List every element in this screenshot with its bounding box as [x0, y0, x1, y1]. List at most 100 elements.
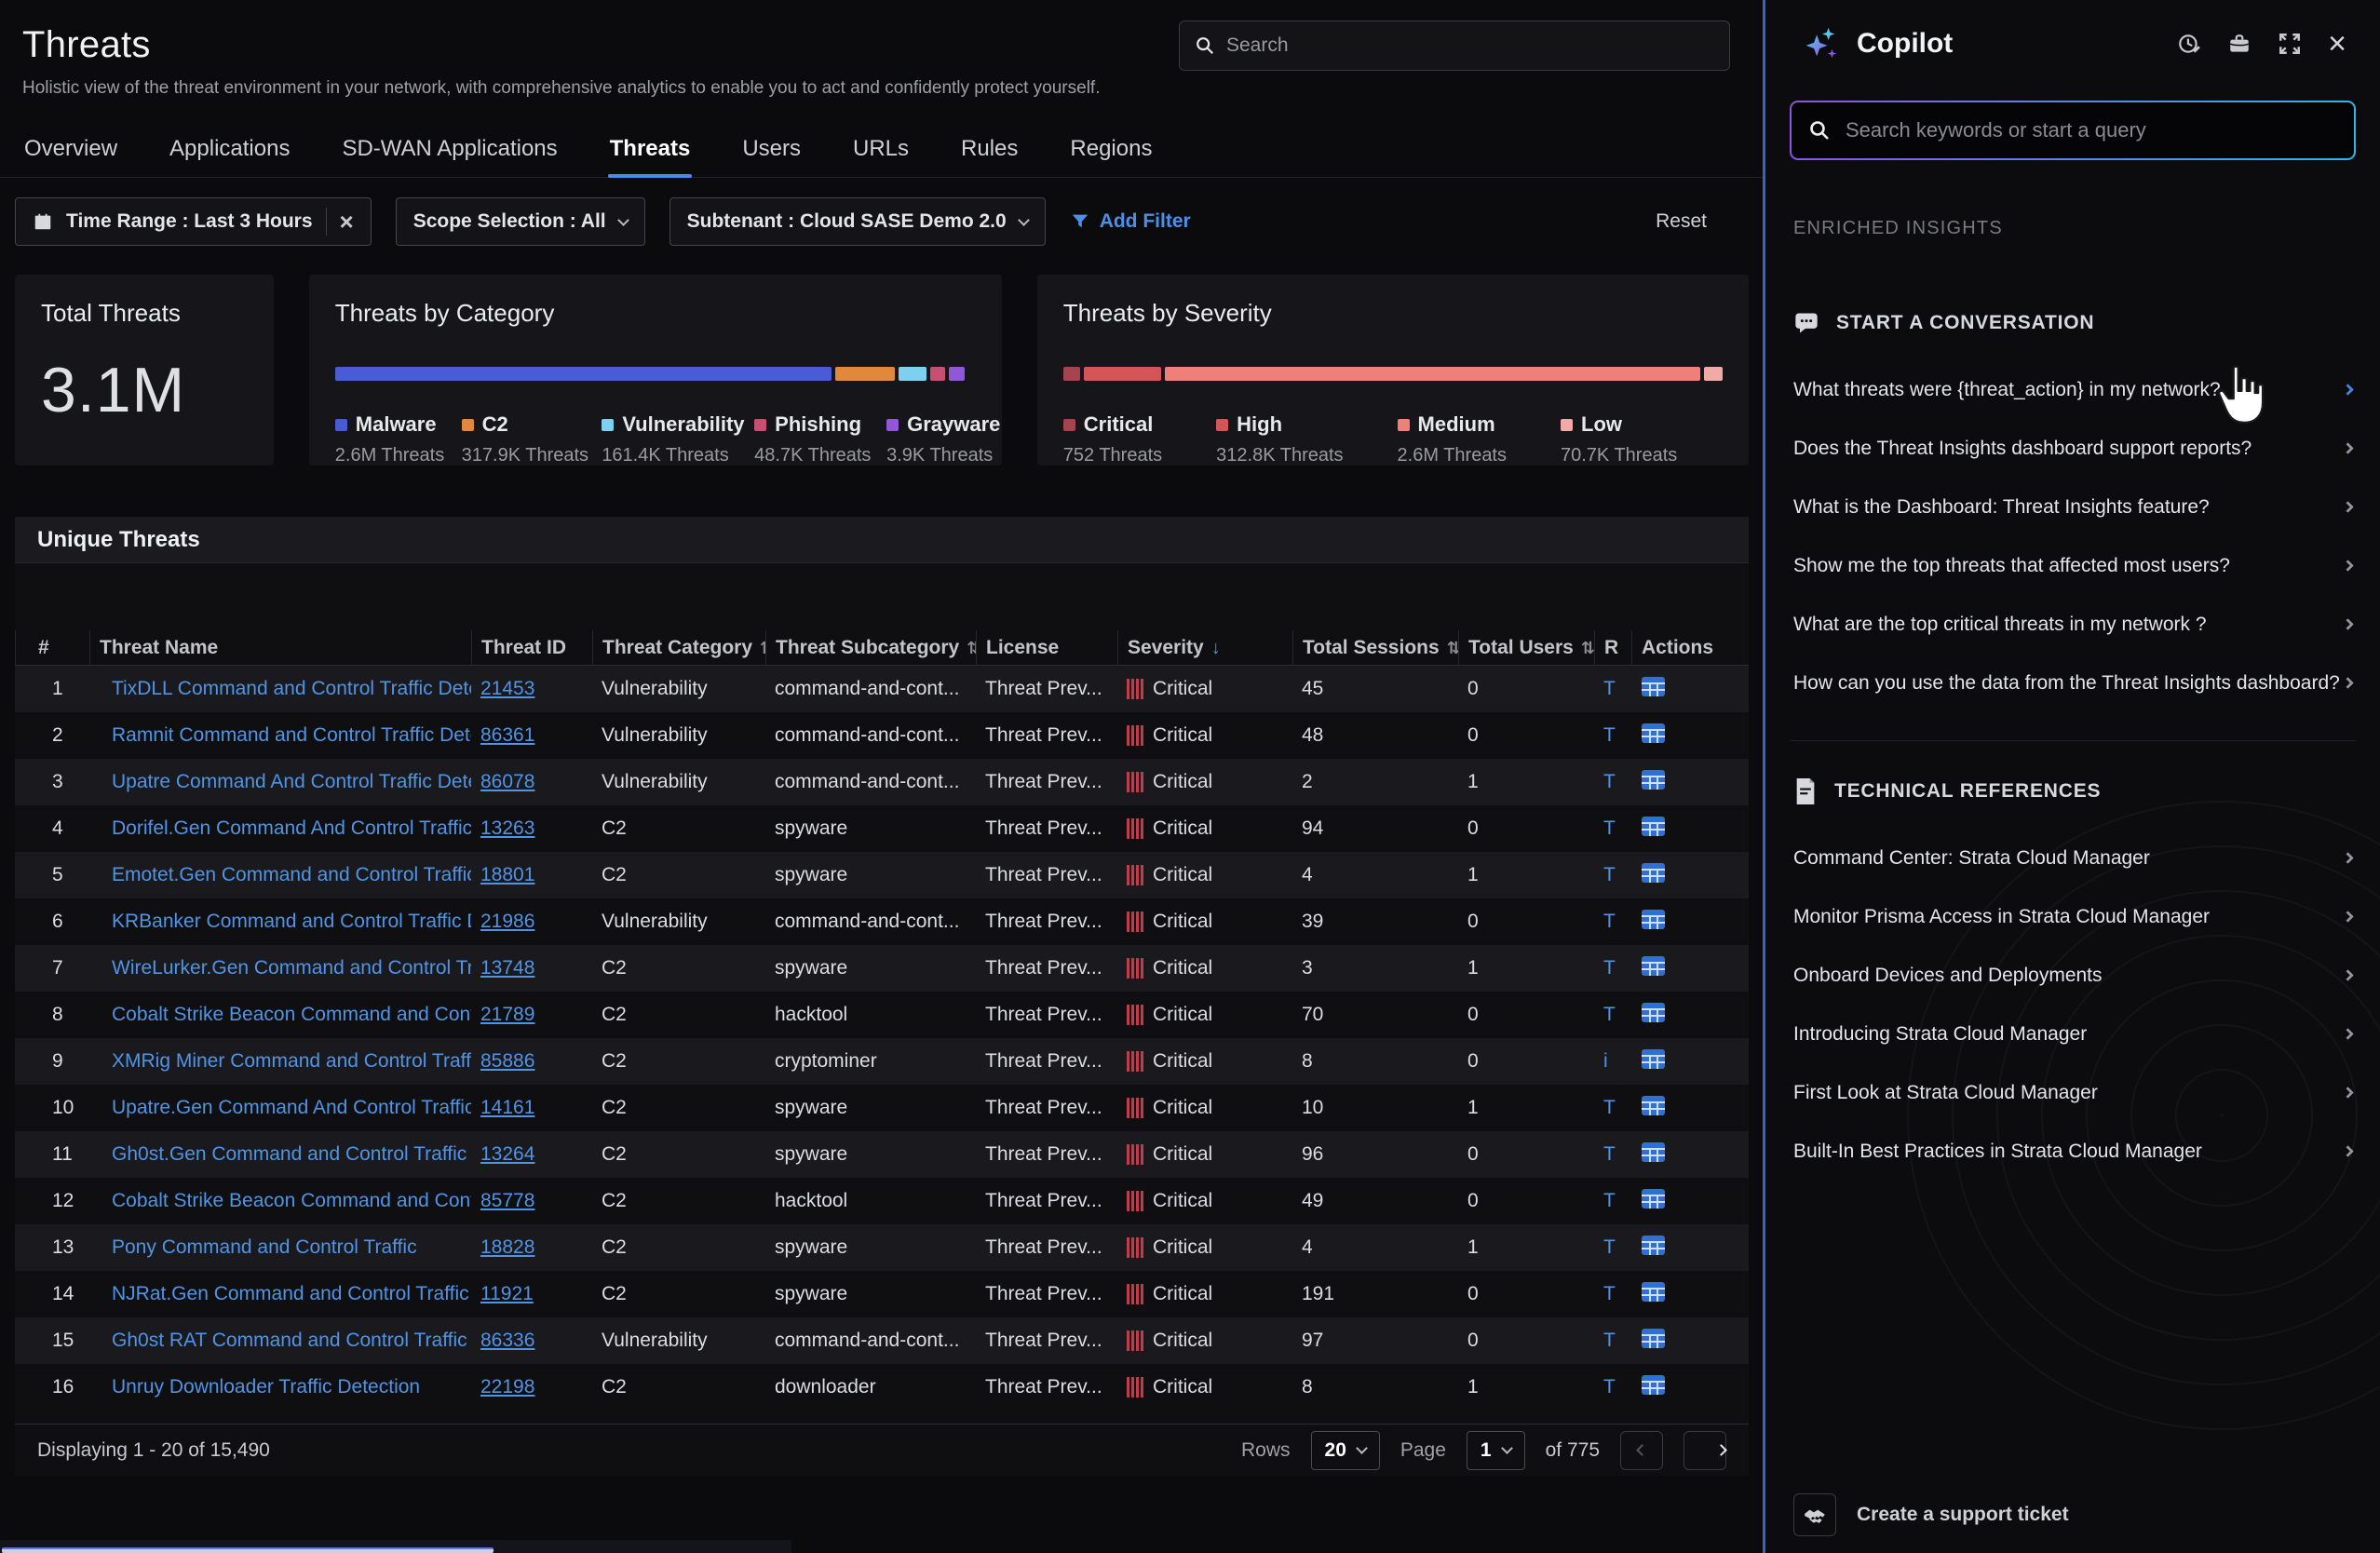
bar-segment[interactable]	[899, 367, 926, 381]
conversation-item[interactable]: Show me the top threats that affected mo…	[1793, 536, 2352, 595]
bar-segment[interactable]	[930, 367, 945, 381]
threat-name-link[interactable]: KRBanker Command and Control Traffic De	[112, 911, 471, 932]
column-header[interactable]: Threat Name	[89, 630, 471, 666]
table-row[interactable]: 14 NJRat.Gen Command and Control Traffic…	[15, 1271, 1749, 1317]
table-grid-icon[interactable]	[1641, 1095, 1666, 1116]
threat-id-link[interactable]: 13264	[480, 1143, 534, 1165]
table-row[interactable]: 9 XMRig Miner Command and Control Traffi…	[15, 1038, 1749, 1085]
threat-id-link[interactable]: 86336	[480, 1330, 534, 1351]
report-link[interactable]: T	[1603, 1283, 1616, 1304]
column-header[interactable]: Threat Category ⇅	[592, 630, 765, 666]
threat-name-link[interactable]: Gh0st RAT Command and Control Traffic D	[112, 1330, 471, 1351]
threat-name-link[interactable]: NJRat.Gen Command and Control Traffic	[112, 1283, 469, 1304]
conversation-item[interactable]: Does the Threat Insights dashboard suppo…	[1793, 419, 2352, 478]
report-link[interactable]: i	[1603, 1050, 1608, 1072]
table-row[interactable]: 11 Gh0st.Gen Command and Control Traffic…	[15, 1131, 1749, 1178]
table-grid-icon[interactable]	[1641, 909, 1666, 930]
time-range-filter[interactable]: Time Range : Last 3 Hours ×	[15, 197, 372, 246]
sort-icon[interactable]: ↓	[1211, 638, 1221, 659]
bar-segment[interactable]	[835, 367, 895, 381]
table-grid-icon[interactable]	[1641, 862, 1666, 884]
reference-item[interactable]: Introducing Strata Cloud Manager	[1793, 1005, 2352, 1063]
conversation-item[interactable]: What is the Dashboard: Threat Insights f…	[1793, 478, 2352, 536]
tab[interactable]: SD-WAN Applications	[340, 127, 559, 177]
table-row[interactable]: 5 Emotet.Gen Command and Control Traffic…	[15, 852, 1749, 898]
threat-name-link[interactable]: Cobalt Strike Beacon Command and Contro	[112, 1190, 471, 1211]
close-icon[interactable]: ×	[2328, 28, 2346, 60]
tab[interactable]: URLs	[851, 127, 911, 177]
search-input[interactable]	[1226, 34, 1714, 57]
report-link[interactable]: T	[1603, 1236, 1616, 1258]
subtenant-filter[interactable]: Subtenant : Cloud SASE Demo 2.0	[669, 197, 1046, 246]
column-header[interactable]: Actions	[1631, 630, 1749, 666]
create-support-ticket-button[interactable]: Create a support ticket	[1793, 1493, 2069, 1536]
table-row[interactable]: 8 Cobalt Strike Beacon Command and Contr…	[15, 992, 1749, 1038]
table-grid-icon[interactable]	[1641, 1328, 1666, 1349]
table-row[interactable]: 15 Gh0st RAT Command and Control Traffic…	[15, 1317, 1749, 1364]
table-grid-icon[interactable]	[1641, 676, 1666, 697]
scope-selection-filter[interactable]: Scope Selection : All	[396, 197, 645, 246]
threat-name-link[interactable]: Gh0st.Gen Command and Control Traffic	[112, 1143, 467, 1165]
conversation-item[interactable]: What threats were {threat_action} in my …	[1793, 360, 2352, 419]
table-row[interactable]: 2 Ramnit Command and Control Traffic Det…	[15, 712, 1749, 759]
bar-segment[interactable]	[1063, 367, 1080, 381]
column-header[interactable]: Threat ID	[471, 630, 592, 666]
column-header[interactable]: License	[976, 630, 1117, 666]
table-grid-icon[interactable]	[1641, 722, 1666, 744]
threat-name-link[interactable]: Dorifel.Gen Command And Control Traffic	[112, 817, 471, 839]
sort-icon[interactable]: ⇅	[1447, 639, 1458, 658]
report-link[interactable]: T	[1603, 1097, 1616, 1118]
threat-name-link[interactable]: TixDLL Command and Control Traffic Detec	[112, 678, 471, 699]
horizontal-scrollbar[interactable]	[2, 1547, 494, 1553]
report-link[interactable]: T	[1603, 1190, 1616, 1211]
table-grid-icon[interactable]	[1641, 769, 1666, 790]
threat-id-link[interactable]: 86078	[480, 771, 534, 792]
threat-id-link[interactable]: 11921	[480, 1283, 534, 1304]
bar-segment[interactable]	[1165, 367, 1699, 381]
history-icon[interactable]	[2177, 32, 2201, 56]
column-header[interactable]: R	[1594, 630, 1631, 666]
sort-icon[interactable]: ⇅	[1581, 639, 1594, 658]
prev-page-button[interactable]	[1620, 1431, 1663, 1470]
table-row[interactable]: 7 WireLurker.Gen Command and Control Tra…	[15, 945, 1749, 992]
threat-id-link[interactable]: 22198	[480, 1376, 534, 1398]
copilot-search[interactable]	[1792, 102, 2354, 158]
reference-item[interactable]: Command Center: Strata Cloud Manager	[1793, 829, 2352, 887]
tab[interactable]: Rules	[959, 127, 1020, 177]
report-link[interactable]: T	[1603, 771, 1616, 792]
table-grid-icon[interactable]	[1641, 1002, 1666, 1023]
table-grid-icon[interactable]	[1641, 1048, 1666, 1070]
column-header[interactable]: Total Sessions ⇅	[1292, 630, 1458, 666]
page-select[interactable]: 1	[1467, 1431, 1525, 1470]
table-grid-icon[interactable]	[1641, 816, 1666, 837]
next-page-button[interactable]	[1684, 1431, 1726, 1470]
threat-name-link[interactable]: Upatre.Gen Command And Control Traffic	[112, 1097, 471, 1118]
report-link[interactable]: T	[1603, 678, 1616, 699]
threat-id-link[interactable]: 14161	[480, 1097, 534, 1118]
threat-name-link[interactable]: Pony Command and Control Traffic	[112, 1236, 417, 1258]
column-header[interactable]: Severity ↓	[1117, 630, 1292, 666]
copilot-search-input[interactable]	[1846, 118, 2337, 142]
table-row[interactable]: 16 Unruy Downloader Traffic Detection 22…	[15, 1364, 1749, 1411]
bar-segment[interactable]	[949, 367, 965, 381]
conversation-item[interactable]: How can you use the data from the Threat…	[1793, 654, 2352, 712]
tab[interactable]: Applications	[168, 127, 291, 177]
bar-segment[interactable]	[1084, 367, 1161, 381]
threat-name-link[interactable]: Unruy Downloader Traffic Detection	[112, 1376, 420, 1398]
table-row[interactable]: 4 Dorifel.Gen Command And Control Traffi…	[15, 805, 1749, 852]
threat-id-link[interactable]: 21986	[480, 911, 534, 932]
briefcase-icon[interactable]	[2227, 32, 2252, 56]
threat-name-link[interactable]: Upatre Command And Control Traffic Dete	[112, 771, 471, 792]
threat-id-link[interactable]: 21789	[480, 1004, 534, 1025]
report-link[interactable]: T	[1603, 1004, 1616, 1025]
reference-item[interactable]: Monitor Prisma Access in Strata Cloud Ma…	[1793, 887, 2352, 946]
threat-id-link[interactable]: 86361	[480, 724, 534, 746]
add-filter-button[interactable]: Add Filter	[1070, 210, 1191, 233]
remove-filter-icon[interactable]: ×	[340, 209, 354, 234]
bar-segment[interactable]	[335, 367, 832, 381]
table-grid-icon[interactable]	[1641, 1374, 1666, 1396]
report-link[interactable]: T	[1603, 817, 1616, 839]
threat-id-link[interactable]: 21453	[480, 678, 534, 699]
reference-item[interactable]: First Look at Strata Cloud Manager	[1793, 1063, 2352, 1122]
threat-id-link[interactable]: 85886	[480, 1050, 534, 1072]
